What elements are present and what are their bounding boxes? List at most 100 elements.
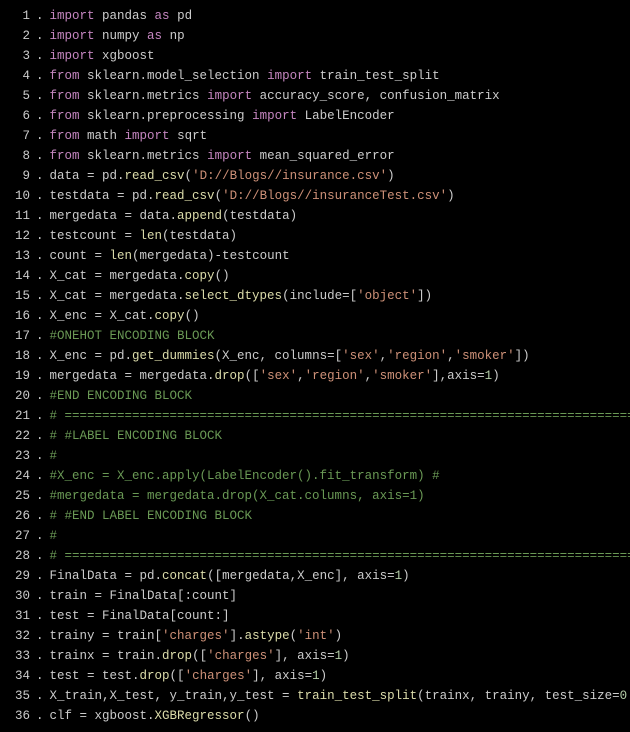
- token-id: ): [402, 569, 410, 583]
- token-id: FinalData = pd.: [50, 569, 163, 583]
- line-dot: .: [36, 606, 50, 626]
- token-id: ,: [297, 369, 305, 383]
- code-line: 36.clf = xgboost.XGBRegressor(): [0, 706, 630, 726]
- code-line: 33.trainx = train.drop(['charges'], axis…: [0, 646, 630, 666]
- token-id: (testdata): [222, 209, 297, 223]
- token-id: ): [320, 669, 328, 683]
- line-number: 35: [0, 686, 36, 706]
- token-func: read_csv: [125, 169, 185, 183]
- code-line: 29.FinalData = pd.concat([mergedata,X_en…: [0, 566, 630, 586]
- token-kw: import: [50, 49, 95, 63]
- line-dot: .: [36, 46, 50, 66]
- code-line: 7.from math import sqrt: [0, 126, 630, 146]
- line-number: 26: [0, 506, 36, 526]
- token-id: (X_enc, columns=[: [215, 349, 343, 363]
- line-dot: .: [36, 66, 50, 86]
- token-mod: xgboost: [95, 49, 155, 63]
- line-number: 14: [0, 266, 36, 286]
- code-content: #END ENCODING BLOCK: [50, 386, 630, 406]
- token-func: select_dtypes: [185, 289, 283, 303]
- line-number: 9: [0, 166, 36, 186]
- line-dot: .: [36, 226, 50, 246]
- token-kw: import: [252, 109, 297, 123]
- token-kw: from: [50, 149, 80, 163]
- code-content: import pandas as pd: [50, 6, 630, 26]
- line-dot: .: [36, 186, 50, 206]
- token-str: 'object': [357, 289, 417, 303]
- code-content: # #END LABEL ENCODING BLOCK: [50, 506, 630, 526]
- token-kw: from: [50, 109, 80, 123]
- token-str: 'region': [305, 369, 365, 383]
- token-id: clf = xgboost.: [50, 709, 155, 723]
- token-comment: #X_enc = X_enc.apply(LabelEncoder().fit_…: [50, 469, 440, 483]
- token-func: len: [110, 249, 133, 263]
- token-str: 'charges': [207, 649, 275, 663]
- token-kw: import: [50, 9, 95, 23]
- token-func: copy: [185, 269, 215, 283]
- code-line: 25.#mergedata = mergedata.drop(X_cat.col…: [0, 486, 630, 506]
- token-mod: sklearn.metrics: [80, 149, 208, 163]
- token-comment: #: [50, 529, 58, 543]
- line-dot: .: [36, 486, 50, 506]
- code-content: trainy = train['charges'].astype('int'): [50, 626, 630, 646]
- line-number: 16: [0, 306, 36, 326]
- token-kw: from: [50, 69, 80, 83]
- code-content: #ONEHOT ENCODING BLOCK: [50, 326, 630, 346]
- code-line: 4.from sklearn.model_selection import tr…: [0, 66, 630, 86]
- token-id: count =: [50, 249, 110, 263]
- token-id: ([mergedata,X_enc], axis=: [207, 569, 395, 583]
- token-num: 0.3: [620, 689, 630, 703]
- line-dot: .: [36, 686, 50, 706]
- line-number: 32: [0, 626, 36, 646]
- code-line: 32.trainy = train['charges'].astype('int…: [0, 626, 630, 646]
- code-line: 30.train = FinalData[:count]: [0, 586, 630, 606]
- line-dot: .: [36, 286, 50, 306]
- code-line: 12.testcount = len(testdata): [0, 226, 630, 246]
- line-number: 25: [0, 486, 36, 506]
- code-line: 27.#: [0, 526, 630, 546]
- token-id: trainx = train.: [50, 649, 163, 663]
- line-number: 17: [0, 326, 36, 346]
- token-id: ): [492, 369, 500, 383]
- token-id: ([: [192, 649, 207, 663]
- code-line: 5.from sklearn.metrics import accuracy_s…: [0, 86, 630, 106]
- line-dot: .: [36, 386, 50, 406]
- token-kw: from: [50, 129, 80, 143]
- token-id: ,: [365, 369, 373, 383]
- line-dot: .: [36, 566, 50, 586]
- token-id: X_enc = X_cat.: [50, 309, 155, 323]
- code-content: X_cat = mergedata.select_dtypes(include=…: [50, 286, 630, 306]
- code-content: from math import sqrt: [50, 126, 630, 146]
- token-id: ): [335, 629, 343, 643]
- token-func: get_dummies: [132, 349, 215, 363]
- token-kw: import: [125, 129, 170, 143]
- code-line: 9.data = pd.read_csv('D://Blogs//insuran…: [0, 166, 630, 186]
- code-content: # #LABEL ENCODING BLOCK: [50, 426, 630, 446]
- code-content: test = test.drop(['charges'], axis=1): [50, 666, 630, 686]
- token-id: test = FinalData[count:]: [50, 609, 230, 623]
- code-content: from sklearn.model_selection import trai…: [50, 66, 630, 86]
- token-id: testcount =: [50, 229, 140, 243]
- token-comment: #ONEHOT ENCODING BLOCK: [50, 329, 215, 343]
- token-comment: # ======================================…: [50, 409, 630, 423]
- token-id: (: [215, 189, 223, 203]
- line-dot: .: [36, 586, 50, 606]
- code-line: 16.X_enc = X_cat.copy(): [0, 306, 630, 326]
- code-line: 24.#X_enc = X_enc.apply(LabelEncoder().f…: [0, 466, 630, 486]
- code-line: 22.# #LABEL ENCODING BLOCK: [0, 426, 630, 446]
- token-func: len: [140, 229, 163, 243]
- line-dot: .: [36, 306, 50, 326]
- line-dot: .: [36, 106, 50, 126]
- token-id: data = pd.: [50, 169, 125, 183]
- line-number: 4: [0, 66, 36, 86]
- token-id: (testdata): [162, 229, 237, 243]
- line-number: 29: [0, 566, 36, 586]
- code-content: trainx = train.drop(['charges'], axis=1): [50, 646, 630, 666]
- token-id: ([: [170, 669, 185, 683]
- token-kw: from: [50, 89, 80, 103]
- token-id: (: [185, 169, 193, 183]
- line-number: 30: [0, 586, 36, 606]
- token-mod: np: [162, 29, 185, 43]
- code-content: clf = xgboost.XGBRegressor(): [50, 706, 630, 726]
- line-number: 21: [0, 406, 36, 426]
